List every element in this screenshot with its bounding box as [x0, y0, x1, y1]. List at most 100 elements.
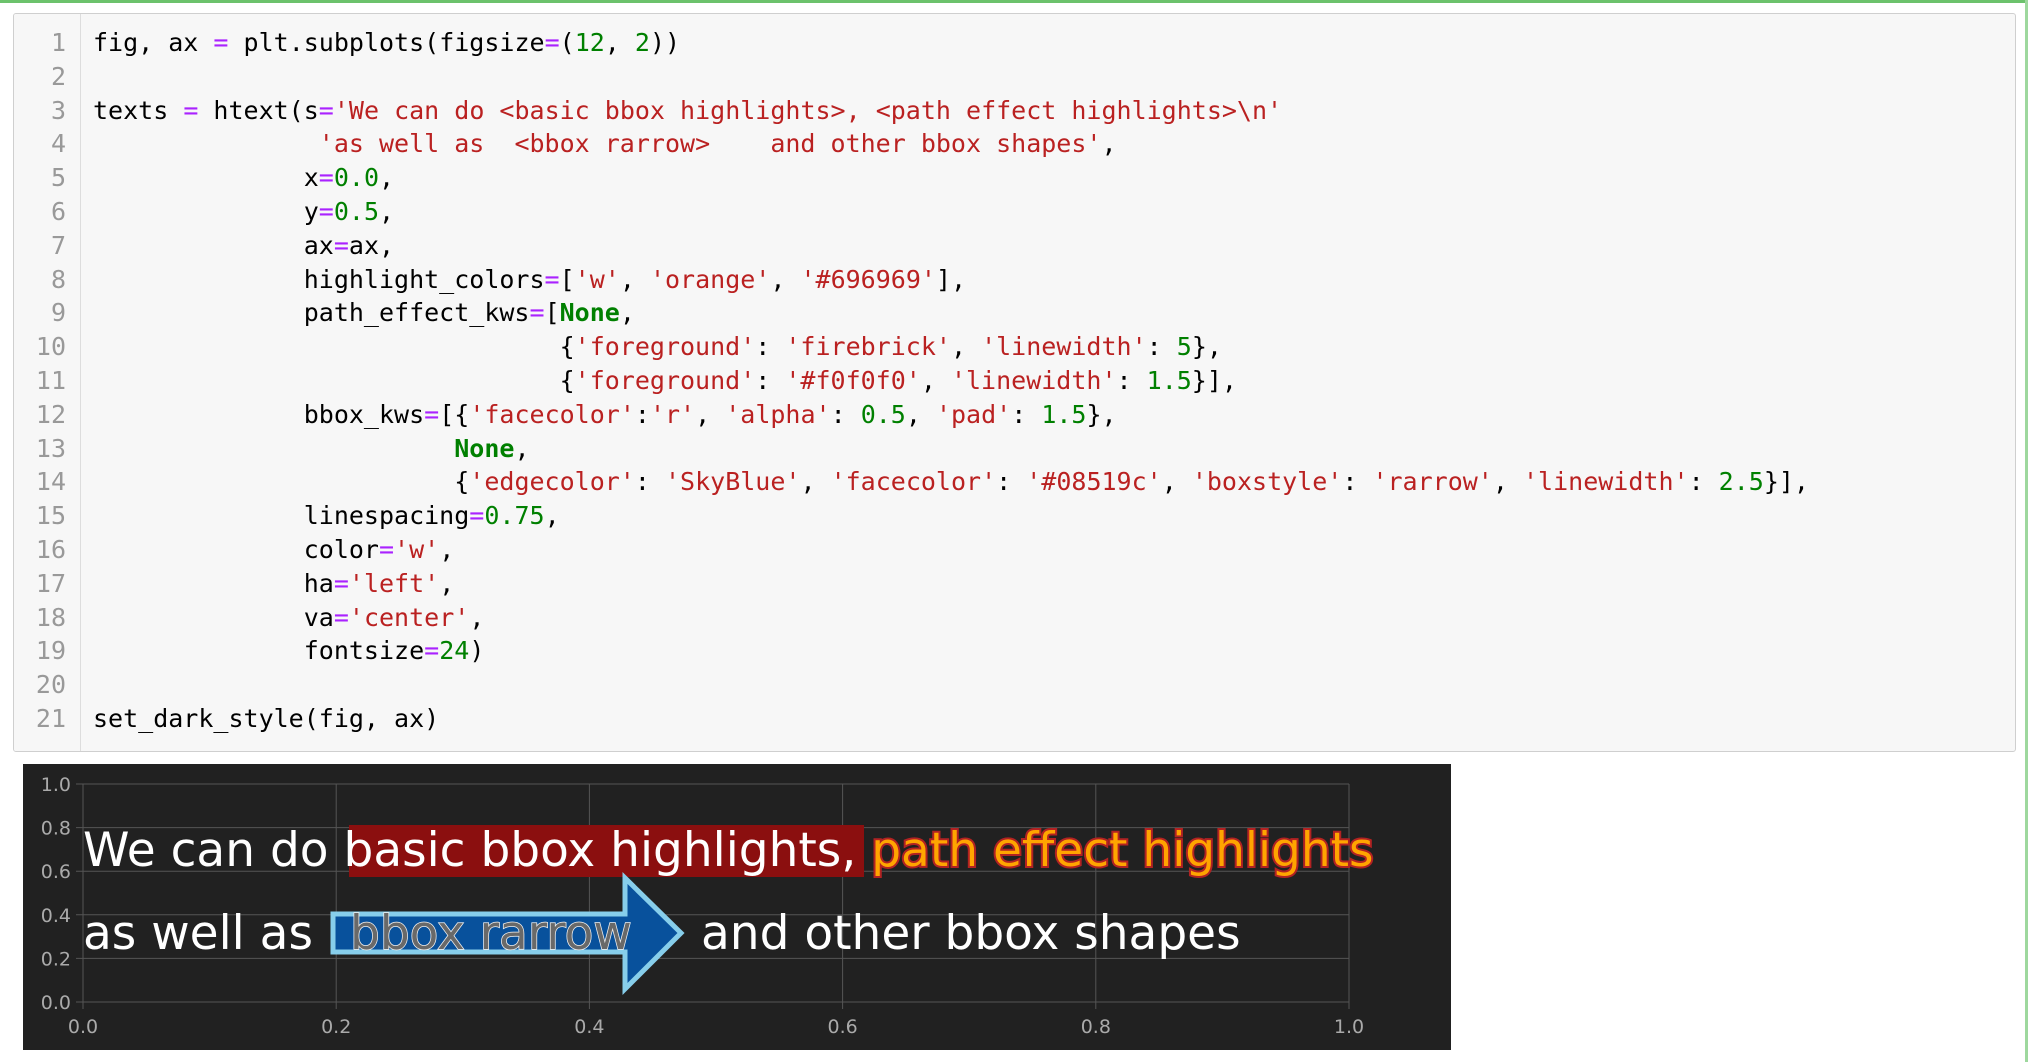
code-line[interactable]: 3 texts = htext(s='We can do <basic bbox …	[14, 94, 2015, 128]
code-token: :	[1011, 399, 1042, 429]
line-number: 8	[50, 264, 66, 294]
code-line[interactable]: 15 linespacing=0.75,	[14, 499, 2015, 533]
grid-lines	[76, 783, 1350, 1009]
code-token: path_effect_kws	[93, 298, 530, 328]
code-token: ,	[514, 433, 530, 463]
code-line[interactable]: 7 ax=ax,	[14, 229, 2015, 263]
code-line[interactable]: 10 {'foreground': 'firebrick', 'linewidt…	[14, 330, 2015, 364]
text-plain-prefix: We can do	[83, 823, 343, 878]
code-token: =	[318, 196, 334, 226]
code-line[interactable]: 16 color='w',	[14, 533, 2015, 567]
code-token: 'alpha'	[725, 399, 831, 429]
code-token: fontsize	[93, 636, 425, 666]
code-token: 'boxstyle'	[1191, 467, 1343, 497]
y-tick-label: 0.4	[41, 905, 71, 927]
line-number: 2	[50, 61, 66, 91]
code-token: '#08519c'	[1026, 467, 1162, 497]
code-token: ax,	[348, 230, 395, 260]
code-text: ax=ax,	[93, 229, 394, 263]
code-token: 1.5	[1041, 399, 1087, 429]
code-token: =	[544, 28, 560, 57]
code-line[interactable]: 11 {'foreground': '#f0f0f0', 'linewidth'…	[14, 364, 2015, 398]
code-token: '#696969'	[800, 264, 936, 294]
code-token: ,	[770, 264, 801, 294]
code-text: fig, ax = plt.subplots(figsize=(12, 2))	[93, 26, 680, 60]
code-token: ,	[800, 467, 831, 497]
code-token: 'left'	[348, 568, 440, 598]
code-token: =	[333, 568, 349, 598]
code-token: ,	[905, 399, 936, 429]
code-text: path_effect_kws=[None,	[93, 296, 635, 330]
code-token: 'center'	[348, 602, 470, 632]
code-token: 'SkyBlue'	[664, 467, 801, 497]
line-number: 16	[35, 534, 66, 564]
code-token: ],	[935, 264, 967, 294]
code-token: set_dark_style(fig, ax)	[93, 703, 440, 733]
code-token: ax	[93, 230, 334, 260]
line-number: 11	[35, 365, 66, 395]
code-line[interactable]: 12 bbox_kws=[{'facecolor':'r', 'alpha': …	[14, 398, 2015, 432]
code-token: texts	[93, 95, 184, 125]
code-line[interactable]: 19 fontsize=24)	[14, 634, 2015, 668]
code-line[interactable]: 6 y=0.5,	[14, 195, 2015, 229]
code-token: 5	[1176, 332, 1192, 362]
code-line[interactable]: 4 'as well as <bbox rarrow> and other bb…	[14, 127, 2015, 161]
code-line[interactable]: 17 ha='left',	[14, 567, 2015, 601]
y-tick-label: 0.0	[41, 992, 71, 1014]
line-number: 9	[50, 298, 66, 328]
code-token: 'linewidth'	[1522, 467, 1689, 497]
code-line[interactable]: 18 va='center',	[14, 601, 2015, 635]
y-tick-label: 1.0	[41, 774, 71, 796]
code-cell[interactable]: 1 fig, ax = plt.subplots(figsize=(12, 2))…	[13, 13, 2016, 752]
code-token: =	[424, 636, 440, 666]
code-token: },	[1086, 399, 1117, 429]
code-token: =	[529, 298, 545, 328]
code-token: 2	[634, 28, 650, 57]
code-token: ,	[379, 163, 395, 193]
code-token: 'w'	[394, 534, 440, 564]
code-line[interactable]: 14 {'edgecolor': 'SkyBlue', 'facecolor':…	[14, 465, 2015, 499]
text-line-1: We can do basic bbox highlights, path ef…	[83, 823, 1374, 878]
plot-output: 0.0 0.2 0.4 0.6 0.8 1.0 0.0 0.2 0.4 0.6 0.8 1.0 We …	[23, 764, 1451, 1050]
code-token: 'firebrick'	[785, 332, 951, 362]
code-token: :	[1116, 365, 1147, 395]
code-token: =	[183, 95, 199, 125]
code-line[interactable]: 21 set_dark_style(fig, ax)	[14, 702, 2015, 736]
text-bbox-rarrow: bbox rarrow	[350, 906, 632, 961]
code-token: ,	[1492, 467, 1523, 497]
code-line[interactable]: 8 highlight_colors=['w', 'orange', '#696…	[14, 263, 2015, 297]
code-token: 0.75	[484, 501, 545, 531]
code-token: }],	[1763, 467, 1809, 497]
code-line[interactable]: 9 path_effect_kws=[None,	[14, 296, 2015, 330]
code-line[interactable]: 2	[14, 60, 2015, 94]
code-line[interactable]: 13 None,	[14, 432, 2015, 466]
code-token: va	[93, 602, 334, 632]
code-token: =	[333, 230, 349, 260]
code-token: 'w'	[574, 264, 620, 294]
x-tick-label: 0.4	[574, 1016, 604, 1038]
code-token: plt.subplots(figsize	[228, 28, 545, 57]
code-token: 1.5	[1146, 365, 1192, 395]
code-token: 'edgecolor'	[469, 467, 635, 497]
code-editor[interactable]: 1 fig, ax = plt.subplots(figsize=(12, 2))…	[14, 26, 2015, 736]
code-line[interactable]: 1 fig, ax = plt.subplots(figsize=(12, 2))	[14, 26, 2015, 60]
code-line[interactable]: 5 x=0.0,	[14, 161, 2015, 195]
code-text: va='center',	[93, 601, 485, 635]
code-token: :	[1342, 467, 1373, 497]
code-token: 12	[574, 28, 605, 57]
code-token: color	[93, 534, 379, 564]
code-token: =	[333, 602, 349, 632]
code-token: =	[378, 534, 395, 564]
code-token: 0.5	[333, 196, 379, 226]
line-number: 18	[35, 602, 66, 632]
code-line[interactable]: 20	[14, 668, 2015, 702]
code-token: linespacing	[93, 501, 470, 531]
code-token: '#f0f0f0'	[785, 365, 921, 395]
code-token: 'linewidth'	[950, 365, 1117, 395]
x-tick-label: 1.0	[1334, 1016, 1364, 1038]
code-token: ,	[439, 534, 455, 564]
code-token: :	[996, 467, 1027, 497]
code-text: {'foreground': 'firebrick', 'linewidth':…	[93, 330, 1222, 364]
line-number: 6	[50, 196, 66, 226]
line-number: 5	[50, 163, 66, 193]
